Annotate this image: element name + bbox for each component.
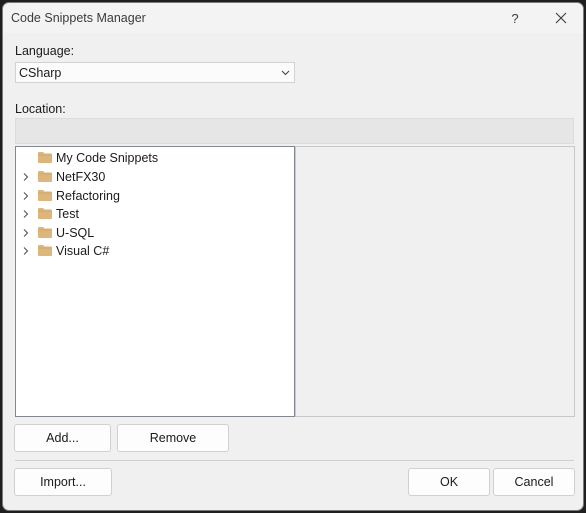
folder-icon <box>38 152 52 163</box>
tree-item-test[interactable]: Test <box>16 205 286 223</box>
folder-icon <box>38 189 52 201</box>
language-label: Language: <box>15 44 75 58</box>
location-label: Location: <box>15 102 66 116</box>
chevron-right-icon[interactable] <box>21 172 30 182</box>
tree-item-my-code-snippets[interactable]: My Code Snippets <box>16 149 286 167</box>
language-selected-value: CSharp <box>19 66 62 80</box>
tree-item-label: NetFX30 <box>56 170 106 184</box>
snippet-tree[interactable]: My Code Snippets NetFX30 Refactoring Tes… <box>15 146 295 417</box>
folder-icon <box>38 208 52 219</box>
location-field <box>15 118 574 144</box>
tree-item-label: Refactoring <box>56 188 120 203</box>
tree-item-netfx30[interactable]: NetFX30 <box>16 168 286 186</box>
window-title: Code Snippets Manager <box>11 11 146 25</box>
tree-item-visual-csharp[interactable]: Visual C# <box>16 242 286 260</box>
folder-icon <box>38 171 52 182</box>
import-button[interactable]: Import... <box>14 468 112 496</box>
help-icon: ? <box>511 10 519 26</box>
tree-item-label: My Code Snippets <box>56 151 159 165</box>
language-dropdown[interactable]: CSharp <box>15 62 295 83</box>
title-bar: Code Snippets Manager ? <box>3 3 583 33</box>
chevron-right-icon[interactable] <box>21 246 30 256</box>
tree-item-label: Visual C# <box>56 244 110 258</box>
folder-icon <box>38 245 52 256</box>
close-button[interactable] <box>539 3 583 33</box>
add-button[interactable]: Add... <box>14 424 111 452</box>
remove-button[interactable]: Remove <box>117 424 229 452</box>
chevron-down-icon <box>281 70 290 76</box>
code-snippets-manager-dialog: Code Snippets Manager ? Language: CSharp… <box>2 2 584 511</box>
close-icon <box>555 12 567 24</box>
tree-item-u-sql[interactable]: U-SQL <box>16 224 286 242</box>
tree-item-label: Test <box>56 207 79 221</box>
help-button[interactable]: ? <box>493 3 537 33</box>
snippet-description-pane <box>295 146 575 417</box>
ok-button[interactable]: OK <box>408 468 490 496</box>
chevron-right-icon[interactable] <box>21 191 30 201</box>
folder-icon <box>38 226 52 238</box>
tree-item-label: U-SQL <box>56 225 95 240</box>
chevron-right-icon[interactable] <box>21 228 30 238</box>
divider <box>15 460 574 461</box>
cancel-button[interactable]: Cancel <box>493 468 575 496</box>
tree-item-refactoring[interactable]: Refactoring <box>16 187 286 205</box>
chevron-right-icon[interactable] <box>21 209 30 219</box>
